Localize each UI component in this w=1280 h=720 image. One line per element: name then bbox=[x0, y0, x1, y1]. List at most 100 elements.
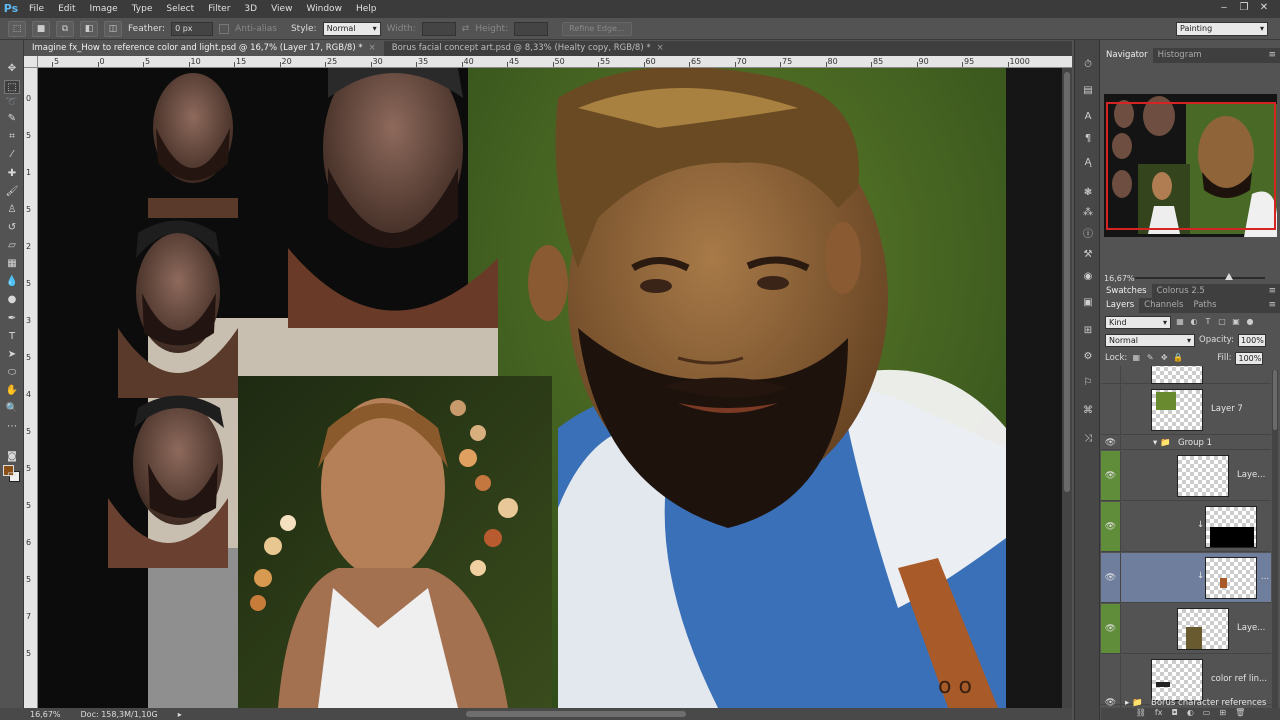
tab-colorus[interactable]: Colorus 2.5 bbox=[1152, 284, 1210, 299]
glyphs-icon[interactable]: Ą bbox=[1081, 156, 1095, 170]
subtract-selection-icon[interactable]: ◧ bbox=[80, 20, 98, 37]
tab-borus-facial[interactable]: Borus facial concept art.psd @ 8,33% (He… bbox=[384, 41, 672, 56]
swap-icon[interactable]: ⇄ bbox=[462, 24, 470, 34]
screen-mode-icon[interactable]: ▭ bbox=[4, 468, 20, 482]
smart-object-filter-icon[interactable]: ▣ bbox=[1231, 317, 1241, 327]
fx-icon[interactable]: fx bbox=[1155, 708, 1163, 720]
panel-menu-icon[interactable]: ≡ bbox=[1268, 300, 1276, 310]
menu-edit[interactable]: Edit bbox=[51, 0, 82, 18]
tab-navigator[interactable]: Navigator bbox=[1101, 48, 1153, 63]
type-tool-icon[interactable]: T bbox=[4, 330, 20, 344]
close-icon[interactable]: ✕ bbox=[1256, 2, 1272, 14]
type-filter-icon[interactable]: T bbox=[1203, 317, 1213, 327]
fill-input[interactable]: 100% bbox=[1235, 351, 1264, 365]
quick-mask-icon[interactable]: ◙ bbox=[4, 450, 20, 464]
link-icon[interactable]: ⛓ bbox=[1136, 708, 1146, 720]
tab-paths[interactable]: Paths bbox=[1188, 298, 1221, 313]
more-tools-icon[interactable]: ⋯ bbox=[4, 420, 20, 434]
workspace-select[interactable]: Painting ▾ bbox=[1176, 22, 1268, 36]
visibility-toggle[interactable]: 👁 bbox=[1101, 604, 1121, 653]
path-select-tool-icon[interactable]: ➤ bbox=[4, 348, 20, 362]
panel-menu-icon[interactable]: ≡ bbox=[1268, 286, 1276, 296]
tab-histogram[interactable]: Histogram bbox=[1153, 48, 1207, 63]
tab-layers[interactable]: Layers bbox=[1101, 298, 1140, 313]
lock-all-icon[interactable]: 🔒 bbox=[1173, 353, 1183, 363]
menu-window[interactable]: Window bbox=[299, 0, 349, 18]
lock-position-icon[interactable]: ✥ bbox=[1159, 353, 1169, 363]
hand-tool-icon[interactable]: ✋ bbox=[4, 384, 20, 398]
layer-row[interactable]: 👁 Laye... bbox=[1101, 604, 1271, 654]
new-selection-icon[interactable]: ■ bbox=[32, 20, 50, 37]
quick-select-tool-icon[interactable]: ✎ bbox=[4, 112, 20, 126]
menu-select[interactable]: Select bbox=[159, 0, 201, 18]
height-input[interactable] bbox=[514, 21, 549, 36]
brush-tool-icon[interactable]: 🖌 bbox=[4, 185, 20, 199]
marquee-preset-icon[interactable]: ⬚ bbox=[8, 20, 26, 37]
navigator-preview[interactable] bbox=[1104, 94, 1277, 237]
lasso-tool-icon[interactable]: ➰ bbox=[4, 96, 20, 110]
filter-toggle-icon[interactable]: ● bbox=[1245, 317, 1255, 327]
feather-input[interactable]: 0 px bbox=[171, 21, 214, 36]
tab-imagine-fx[interactable]: Imagine fx_How to reference color and li… bbox=[24, 41, 384, 56]
antialias-checkbox[interactable] bbox=[219, 23, 230, 34]
menu-image[interactable]: Image bbox=[83, 0, 125, 18]
menu-3d[interactable]: 3D bbox=[237, 0, 264, 18]
pen-tool-icon[interactable]: ✒ bbox=[4, 312, 20, 326]
timeline-icon[interactable]: ⚐ bbox=[1081, 376, 1095, 390]
gradient-tool-icon[interactable]: ▦ bbox=[4, 257, 20, 271]
lock-transparent-icon[interactable]: ▦ bbox=[1131, 353, 1141, 363]
crop-tool-icon[interactable]: ⌗ bbox=[4, 130, 20, 144]
new-layer-icon[interactable]: ⊞ bbox=[1219, 708, 1226, 720]
dodge-tool-icon[interactable]: ● bbox=[4, 293, 20, 307]
brush-presets-icon[interactable]: ⁂ bbox=[1081, 206, 1095, 220]
color-panel-icon[interactable]: ◉ bbox=[1081, 270, 1095, 284]
visibility-toggle[interactable] bbox=[1101, 366, 1121, 383]
shape-tool-icon[interactable]: ⬭ bbox=[4, 366, 20, 380]
layer-row[interactable]: 👁 Laye... bbox=[1101, 451, 1271, 501]
paragraph-icon[interactable]: ¶ bbox=[1081, 132, 1095, 146]
eyedropper-tool-icon[interactable]: ⁄ bbox=[4, 148, 20, 162]
layer-comps-icon[interactable]: ⤨ bbox=[1081, 432, 1095, 446]
styles-icon[interactable]: ▣ bbox=[1081, 296, 1095, 310]
3d-icon[interactable]: ⌘ bbox=[1081, 404, 1095, 418]
intersect-selection-icon[interactable]: ◫ bbox=[104, 20, 122, 37]
style-select[interactable]: Normal ▾ bbox=[322, 21, 381, 36]
move-tool-icon[interactable]: ✥ bbox=[4, 62, 20, 76]
menu-type[interactable]: Type bbox=[125, 0, 160, 18]
menu-file[interactable]: File bbox=[22, 0, 51, 18]
kind-filter-select[interactable]: Kind ▾ bbox=[1105, 315, 1171, 329]
adjustment-filter-icon[interactable]: ◐ bbox=[1189, 317, 1199, 327]
visibility-toggle[interactable]: 👁 bbox=[1101, 436, 1121, 449]
adjustments-icon[interactable]: ⊞ bbox=[1081, 324, 1095, 338]
visibility-toggle[interactable]: 👁 bbox=[1101, 451, 1121, 500]
close-icon[interactable]: × bbox=[369, 41, 376, 56]
horizontal-scroll-thumb[interactable] bbox=[466, 711, 686, 717]
group-expand-icon[interactable]: ▾ 📁 bbox=[1153, 438, 1171, 448]
zoom-readout[interactable]: 16,67% bbox=[30, 710, 61, 719]
group-row[interactable]: 👁 ▾ 📁 Group 1 bbox=[1101, 436, 1271, 450]
character-icon[interactable]: A bbox=[1081, 110, 1095, 124]
status-menu-icon[interactable]: ▸ bbox=[178, 710, 182, 719]
navigator-view-box[interactable] bbox=[1106, 102, 1276, 230]
properties-icon[interactable]: ⚙ bbox=[1081, 350, 1095, 364]
horizontal-ruler[interactable]: 5 0 5 10 15 20 25 30 35 40 45 50 55 60 65 70 75 80 85 90 95 1… bbox=[38, 56, 1072, 68]
trash-icon[interactable]: 🗑 bbox=[1235, 708, 1245, 720]
minimize-icon[interactable]: ‒ bbox=[1216, 2, 1232, 14]
vertical-scrollbar[interactable] bbox=[1062, 68, 1072, 708]
pixel-filter-icon[interactable]: ▦ bbox=[1175, 317, 1185, 327]
mask-icon[interactable]: ◘ bbox=[1171, 708, 1177, 720]
restore-icon[interactable]: ❐ bbox=[1236, 2, 1252, 14]
visibility-toggle[interactable] bbox=[1101, 385, 1121, 434]
adjustment-icon[interactable]: ◐ bbox=[1187, 708, 1194, 720]
add-selection-icon[interactable]: ⧉ bbox=[56, 20, 74, 37]
panel-menu-icon[interactable]: ≡ bbox=[1268, 50, 1276, 60]
slider-thumb[interactable] bbox=[1225, 273, 1233, 280]
tool-presets-icon[interactable]: ⚒ bbox=[1081, 248, 1095, 262]
menu-view[interactable]: View bbox=[264, 0, 299, 18]
layer-row[interactable]: Layer 7 bbox=[1101, 385, 1271, 435]
scroll-thumb[interactable] bbox=[1273, 370, 1277, 430]
blend-mode-select[interactable]: Normal ▾ bbox=[1105, 333, 1195, 347]
visibility-toggle[interactable]: 👁 bbox=[1101, 502, 1121, 551]
width-input[interactable] bbox=[421, 21, 456, 36]
blur-tool-icon[interactable]: 💧 bbox=[4, 275, 20, 289]
